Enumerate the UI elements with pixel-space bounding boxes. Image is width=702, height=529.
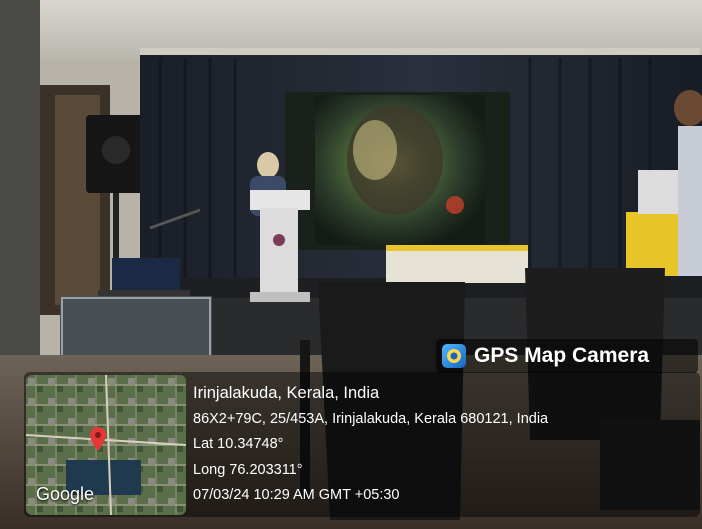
app-badge: GPS Map Camera (436, 339, 698, 373)
geotag-info: Irinjalakuda, Kerala, India 86X2+79C, 25… (193, 381, 548, 509)
address: 86X2+79C, 25/453A, Irinjalakuda, Kerala … (193, 410, 549, 427)
longitude: Long 76.203311° (193, 461, 303, 478)
datetime: 07/03/24 10:29 AM GMT +05:30 (193, 487, 400, 503)
photo-scene: GPS Map Camera Google Irinjalakuda, Kera… (0, 0, 702, 529)
app-name: GPS Map Camera (474, 344, 650, 367)
map-pin-icon (90, 427, 106, 451)
google-logo: Google (36, 484, 95, 504)
map-thumbnail: Google (26, 375, 186, 515)
place-name: Irinjalakuda, Kerala, India (193, 384, 380, 402)
gps-map-camera-icon (442, 344, 466, 368)
latitude: Lat 10.34748° (193, 436, 284, 452)
